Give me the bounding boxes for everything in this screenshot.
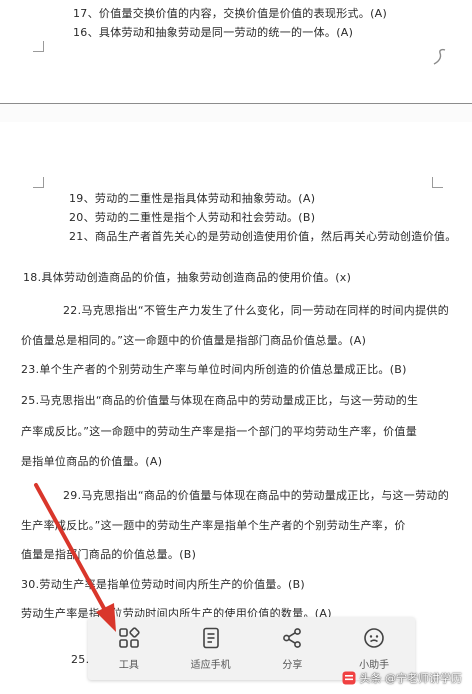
crop-mark <box>33 41 44 52</box>
doc-line: 19、劳动的二重性是指具体劳动和抽象劳动。(A) <box>69 192 316 205</box>
doc-line: 价值量总是相同的。”这一命题中的价值量是指部门商品价值总量。(A) <box>21 334 367 347</box>
toutiao-logo-icon <box>342 671 355 685</box>
doc-line: 值量是指部门商品的价值总量。(B) <box>21 548 197 561</box>
doc-line: 22.马克思指出“不管生产力发生了什么变化，同一劳动在同样的时间内提供的 <box>63 304 449 317</box>
document-page-main: 19、劳动的二重性是指具体劳动和抽象劳动。(A) 20、劳动的二重性是指个人劳动… <box>0 122 472 694</box>
document-page-top: 17、价值量交换价值的内容，交换价值是价值的表现形式。(A) 16、具体劳动和抽… <box>0 0 472 103</box>
share-button[interactable]: 分享 <box>252 617 334 680</box>
doc-line: 25.马克思指出“商品的价值量与体现在商品中的劳动量成正比，与这一劳动的生 <box>21 394 419 407</box>
phone-fit-icon <box>202 627 219 649</box>
doc-line: 生产率成反比。”这一题中的劳动生产率是指单个生产者的个别劳动生产率，价 <box>21 519 406 532</box>
crop-mark <box>432 177 443 188</box>
doc-line: 21、商品生产者首先关心的是劳动创造使用价值，然后再关心劳动创造价值。 <box>69 230 457 243</box>
doc-line: 18.具体劳动创造商品的价值，抽象劳动创造商品的使用价值。(x) <box>23 271 352 284</box>
tools-button[interactable]: 工具 <box>88 617 170 680</box>
doc-line: 30.劳动生产率是指单位劳动时间内所生产的价值量。(B) <box>21 578 306 591</box>
watermark: 头条 @宁老师讲学历 <box>342 670 463 686</box>
assistant-face-icon <box>364 628 384 648</box>
fit-phone-button[interactable]: 适应手机 <box>170 617 252 680</box>
doc-line: 产率成反比。”这一命题中的劳动生产率是指一个部门的平均劳动生产率，价值量 <box>21 425 417 438</box>
tools-label: 工具 <box>118 660 139 671</box>
doc-line: 23.单个生产者的个别劳动生产率与单位时间内所创造的价值总量成正比。(B) <box>21 363 407 376</box>
crop-mark-curl <box>433 48 446 65</box>
share-icon <box>283 628 302 648</box>
fit-phone-label: 适应手机 <box>190 660 231 671</box>
doc-line: 17、价值量交换价值的内容，交换价值是价值的表现形式。(A) <box>73 7 388 20</box>
watermark-text: 头条 @宁老师讲学历 <box>359 672 463 685</box>
share-label: 分享 <box>282 660 303 671</box>
doc-line: 29.马克思指出“商品的价值量与体现在商品中的劳动量成正比，与这一劳动的 <box>63 489 449 502</box>
doc-line: 20、劳动的二重性是指个人劳动和社会劳动。(B) <box>69 211 316 224</box>
doc-line: 是指单位商品的价值量。(A) <box>21 455 163 468</box>
doc-line: 25. <box>71 653 90 666</box>
crop-mark <box>33 177 44 188</box>
page-break <box>0 103 472 124</box>
doc-line: 16、具体劳动和抽象劳动是同一劳动的统一的一体。(A) <box>73 26 354 39</box>
grid-apps-icon <box>119 627 140 648</box>
assistant-label: 小助手 <box>359 660 390 671</box>
